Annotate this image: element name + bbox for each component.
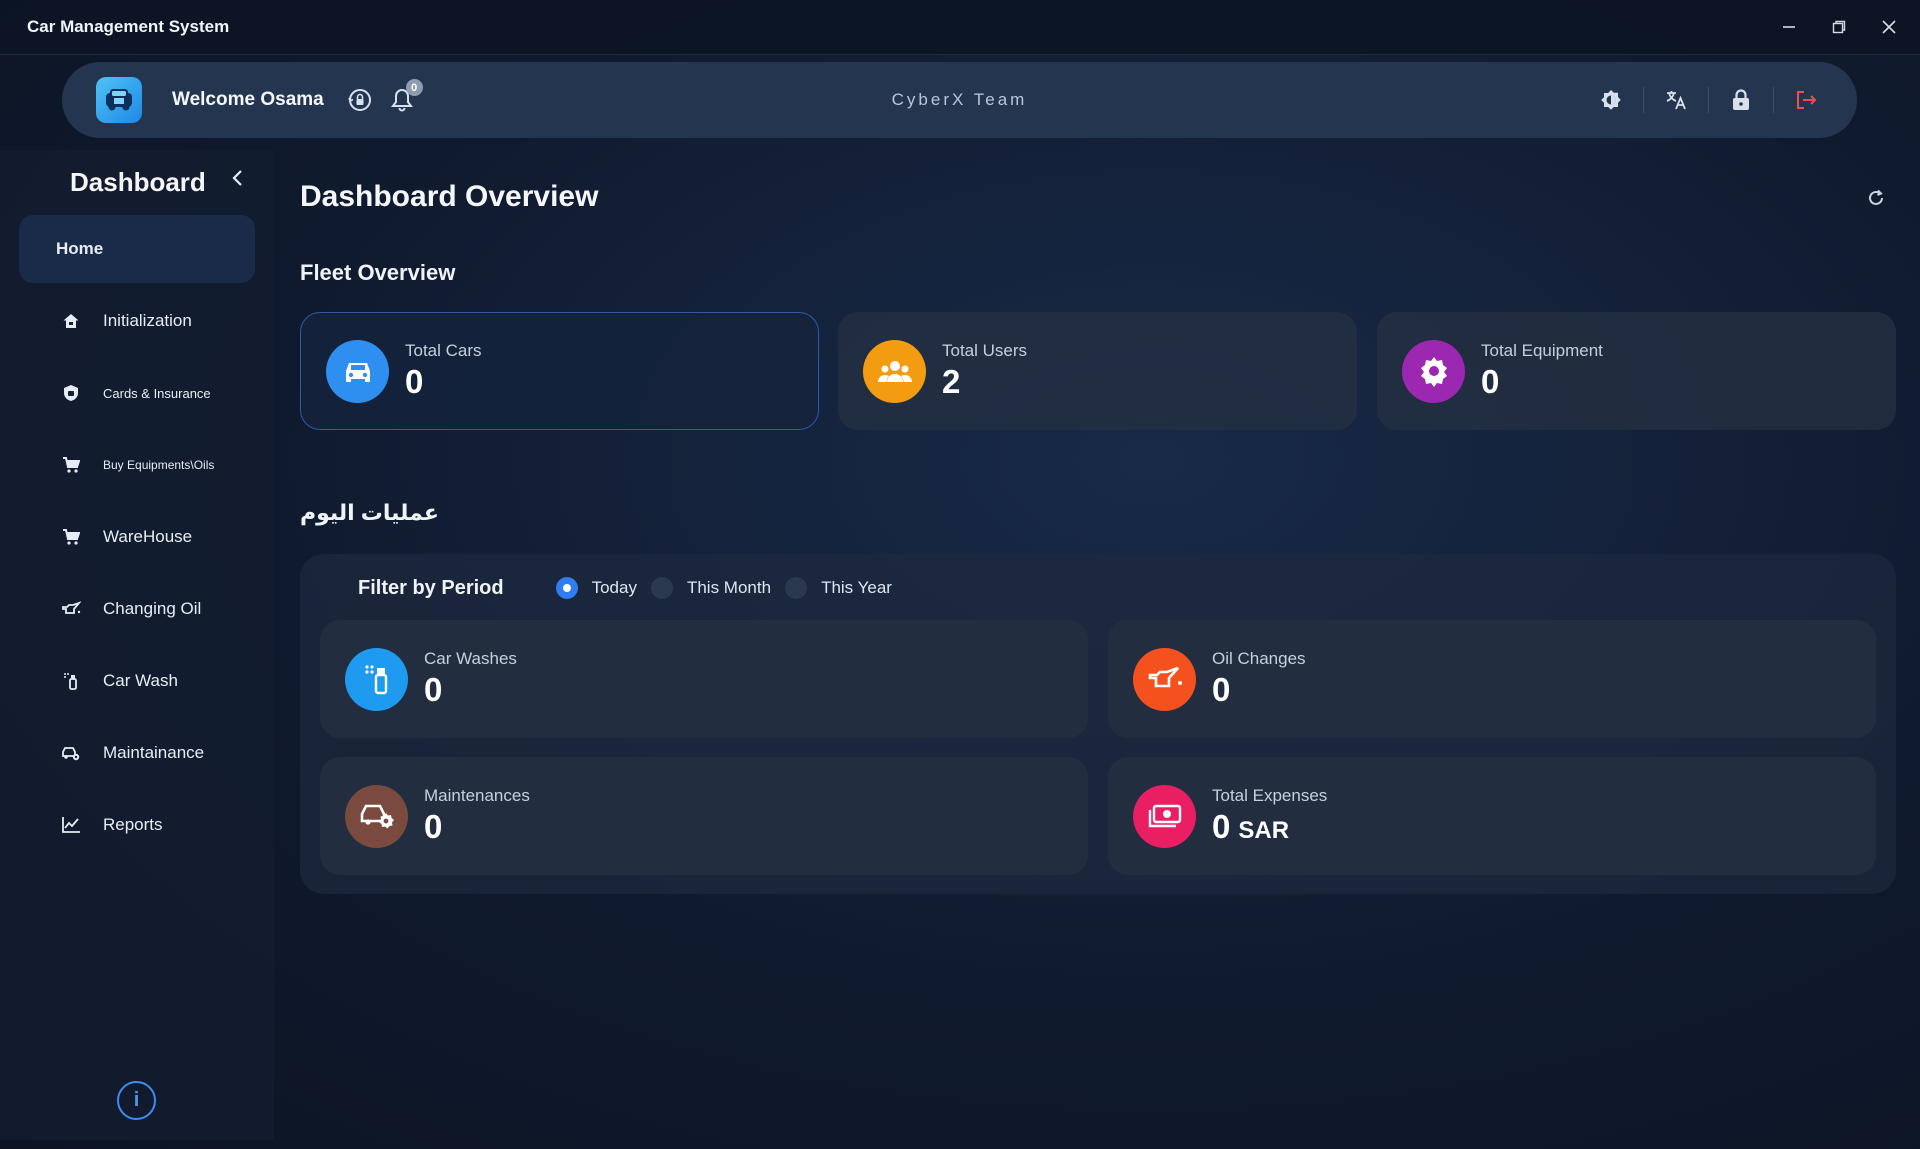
radio-button[interactable] (785, 577, 808, 599)
sidebar-item-changing-oil[interactable]: Changing Oil (19, 575, 255, 643)
stat-value: 0 (1212, 808, 1231, 845)
users-icon (863, 339, 926, 403)
radio-label: This Year (821, 578, 892, 597)
page-title: Dashboard Overview (300, 180, 599, 213)
sidebar-item-home[interactable]: Home (19, 215, 255, 283)
radio-button[interactable] (555, 577, 578, 599)
close-icon[interactable] (1879, 17, 1899, 37)
restore-icon[interactable] (1829, 17, 1849, 37)
team-name: CyberX Team (891, 90, 1028, 109)
gear-icon (1402, 339, 1465, 403)
stat-value: 0 (405, 363, 424, 400)
sidebar-item-label: Home (56, 239, 104, 258)
period-filter: Filter by Period Today This Month This Y… (358, 572, 906, 604)
chart-line-icon (61, 815, 81, 835)
sidebar-item-buy-equipments[interactable]: Buy Equipments\Oils (19, 431, 255, 499)
oil-can-icon (1133, 647, 1196, 711)
sidebar-item-label: Buy Equipments\Oils (103, 458, 215, 472)
car-icon (326, 339, 389, 403)
stat-value: 0 (1212, 671, 1231, 708)
header-actions (1595, 84, 1822, 116)
total-users-card[interactable]: Total Users 2 (838, 312, 1357, 430)
sidebar-item-label: Cards & Insurance (103, 385, 211, 401)
radio-label: This Month (686, 578, 772, 597)
stat-label: Total Expenses (1212, 786, 1328, 805)
top-header-bar: Welcome Osama 0 CyberX Team (62, 62, 1857, 138)
oil-changes-card[interactable]: Oil Changes 0 (1108, 620, 1876, 738)
total-expenses-card[interactable]: Total Expenses 0 SAR (1108, 757, 1876, 875)
stat-label: Maintenances (424, 786, 530, 805)
radio-label: Today (591, 578, 637, 597)
cart-icon (61, 527, 81, 547)
stat-label: Total Equipment (1481, 341, 1603, 360)
sidebar-item-initialization[interactable]: Initialization (19, 287, 255, 355)
translate-icon[interactable] (1660, 84, 1692, 116)
sidebar-header: Dashboard (0, 150, 274, 215)
minimize-icon[interactable] (1779, 17, 1799, 37)
stat-value: 2 (942, 363, 961, 400)
brightness-icon[interactable] (1595, 84, 1627, 116)
currency-unit: SAR (1238, 817, 1290, 844)
home-icon (61, 311, 81, 331)
info-button[interactable]: i (117, 1081, 156, 1120)
radio-this-month[interactable]: This Month (650, 577, 772, 599)
stat-label: Oil Changes (1212, 649, 1306, 668)
total-cars-card[interactable]: Total Cars 0 (300, 312, 819, 430)
fleet-overview-title: Fleet Overview (300, 260, 456, 285)
radio-button[interactable] (650, 577, 673, 599)
bell-icon[interactable]: 0 (386, 79, 423, 116)
chevron-left-icon[interactable] (226, 166, 250, 190)
sidebar-item-label: WareHouse (103, 527, 193, 546)
sidebar-item-cards-insurance[interactable]: Cards & Insurance (19, 359, 255, 427)
sidebar-item-car-wash[interactable]: Car Wash (19, 647, 255, 715)
oil-can-icon (61, 599, 81, 619)
app-logo-icon (96, 77, 142, 123)
lock-icon[interactable] (1725, 84, 1757, 116)
sidebar-title: Dashboard (70, 167, 206, 197)
sidebar-item-label: Initialization (103, 311, 192, 330)
shield-icon (61, 383, 81, 403)
window-title: Car Management System (27, 17, 230, 36)
sidebar: Dashboard Home Initialization Cards & In… (0, 150, 274, 1140)
radio-this-year[interactable]: This Year (785, 577, 892, 599)
refresh-icon[interactable] (1864, 186, 1888, 210)
car-washes-card[interactable]: Car Washes 0 (320, 620, 1088, 738)
sidebar-item-reports[interactable]: Reports (19, 791, 255, 859)
stat-label: Car Washes (424, 649, 517, 668)
sidebar-item-label: Changing Oil (103, 599, 202, 618)
maintenances-card[interactable]: Maintenances 0 (320, 757, 1088, 875)
sidebar-item-label: Reports (103, 815, 163, 834)
window-controls (1779, 17, 1899, 37)
sidebar-item-label: Maintainance (103, 743, 205, 762)
money-icon (1133, 784, 1196, 848)
stat-label: Total Cars (405, 341, 482, 360)
divider (1773, 87, 1774, 113)
stat-label: Total Users (942, 341, 1028, 360)
car-wrench-icon (61, 743, 81, 763)
spray-bottle-icon (61, 671, 81, 691)
radio-today[interactable]: Today (555, 577, 637, 599)
total-equipment-card[interactable]: Total Equipment 0 (1377, 312, 1896, 430)
stat-value: 0 (1481, 363, 1500, 400)
divider (1708, 87, 1709, 113)
filter-label: Filter by Period (358, 576, 504, 599)
divider (1643, 87, 1644, 113)
todays-operations-panel: Filter by Period Today This Month This Y… (300, 554, 1896, 894)
lock-history-icon[interactable] (344, 84, 376, 116)
car-wrench-icon (345, 784, 408, 848)
cart-icon (61, 455, 81, 475)
logout-icon[interactable] (1790, 84, 1822, 116)
sidebar-item-label: Car Wash (103, 671, 178, 690)
todays-operations-title: عمليات اليوم (300, 500, 439, 525)
sidebar-item-maintainance[interactable]: Maintainance (19, 719, 255, 787)
notification-badge: 0 (405, 79, 423, 96)
stat-value: 0 (424, 808, 443, 845)
stat-value: 0 (424, 671, 443, 708)
window-titlebar: Car Management System (0, 0, 1920, 55)
spray-bottle-icon (345, 647, 408, 711)
sidebar-item-warehouse[interactable]: WareHouse (19, 503, 255, 571)
welcome-text: Welcome Osama (172, 89, 324, 110)
